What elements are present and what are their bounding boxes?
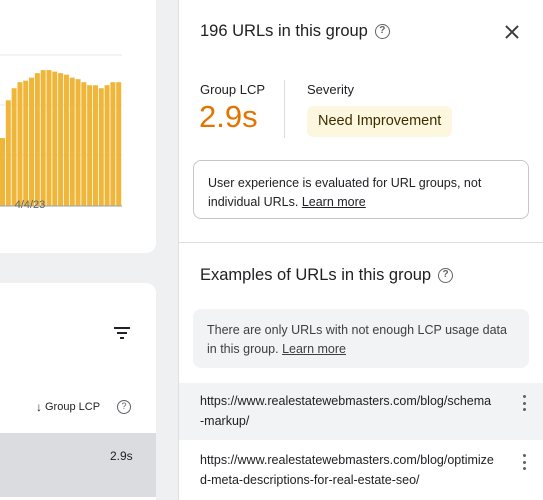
sort-header-label: Group LCP xyxy=(45,401,101,413)
learn-more-link[interactable]: Learn more xyxy=(302,195,366,209)
chart-bar xyxy=(110,82,116,206)
chart-bar xyxy=(46,70,52,206)
chart-bar xyxy=(58,73,64,207)
chart-bar xyxy=(63,74,69,206)
chart-bar xyxy=(69,77,75,207)
filter-icon[interactable] xyxy=(113,325,131,341)
examples-title-text: Examples of URLs in this group xyxy=(200,266,432,284)
table-row[interactable] xyxy=(0,433,156,497)
chart-bar xyxy=(17,82,23,206)
group-lcp-value: 2.9s xyxy=(199,99,258,134)
notice-text: There are only URLs with not enough LCP … xyxy=(207,323,507,356)
chart-bar xyxy=(81,82,87,206)
chart-bar xyxy=(104,85,110,206)
url-list-item[interactable]: https://www.realestatewebmasters.com/blo… xyxy=(179,442,543,499)
group-lcp-label: Group LCP xyxy=(200,82,266,97)
chart-date-label: 4/4/23 xyxy=(14,199,46,211)
chart-bar xyxy=(98,88,104,206)
learn-more-link[interactable]: Learn more xyxy=(282,342,346,356)
table-row-lcp-value: 2.9s xyxy=(110,449,133,463)
section-divider xyxy=(179,242,543,243)
chart-bar xyxy=(52,71,58,206)
notice-box: There are only URLs with not enough LCP … xyxy=(193,309,529,368)
panel-title-text: 196 URLs in this group xyxy=(200,22,368,40)
chart-bar xyxy=(0,138,6,206)
chart-bar xyxy=(87,85,93,206)
chart-bar xyxy=(116,82,122,206)
info-box: User experience is evaluated for URL gro… xyxy=(193,160,529,219)
url-list-item[interactable]: https://www.realestatewebmasters.com/blo… xyxy=(179,383,543,440)
chart-bar xyxy=(29,77,35,207)
chart-bar xyxy=(40,70,46,206)
url-text: https://www.realestatewebmasters.com/blo… xyxy=(200,453,494,487)
severity-badge: Need Improvement xyxy=(307,106,453,137)
lcp-bar-chart xyxy=(0,54,122,207)
help-icon[interactable]: ? xyxy=(374,24,390,39)
more-vert-icon[interactable] xyxy=(517,393,531,413)
chart-bar xyxy=(5,100,11,206)
url-text: https://www.realestatewebmasters.com/blo… xyxy=(200,394,492,428)
chart-bar xyxy=(23,80,29,206)
close-icon[interactable] xyxy=(501,21,523,43)
help-icon[interactable]: ? xyxy=(117,400,131,414)
arrow-down-icon: ↓ xyxy=(36,400,42,414)
more-vert-icon[interactable] xyxy=(517,452,531,472)
chart-bar xyxy=(92,85,98,206)
help-icon[interactable]: ? xyxy=(438,268,454,283)
examples-title: Examples of URLs in this group ? xyxy=(200,266,454,285)
panel-title: 196 URLs in this group ? xyxy=(200,22,390,41)
chart-card: 4/4/23 xyxy=(0,0,156,253)
chart-bar xyxy=(34,73,40,207)
chart-bar xyxy=(11,88,17,206)
background-report: 4/4/23 ↓ Group LCP ? 2.9s xyxy=(0,0,178,500)
metric-divider xyxy=(284,80,285,138)
chart-bar xyxy=(75,79,81,206)
sort-header-group-lcp[interactable]: ↓ Group LCP xyxy=(36,400,100,414)
url-group-detail-panel: 196 URLs in this group ? Group LCP 2.9s … xyxy=(178,0,543,500)
severity-label: Severity xyxy=(307,82,354,97)
